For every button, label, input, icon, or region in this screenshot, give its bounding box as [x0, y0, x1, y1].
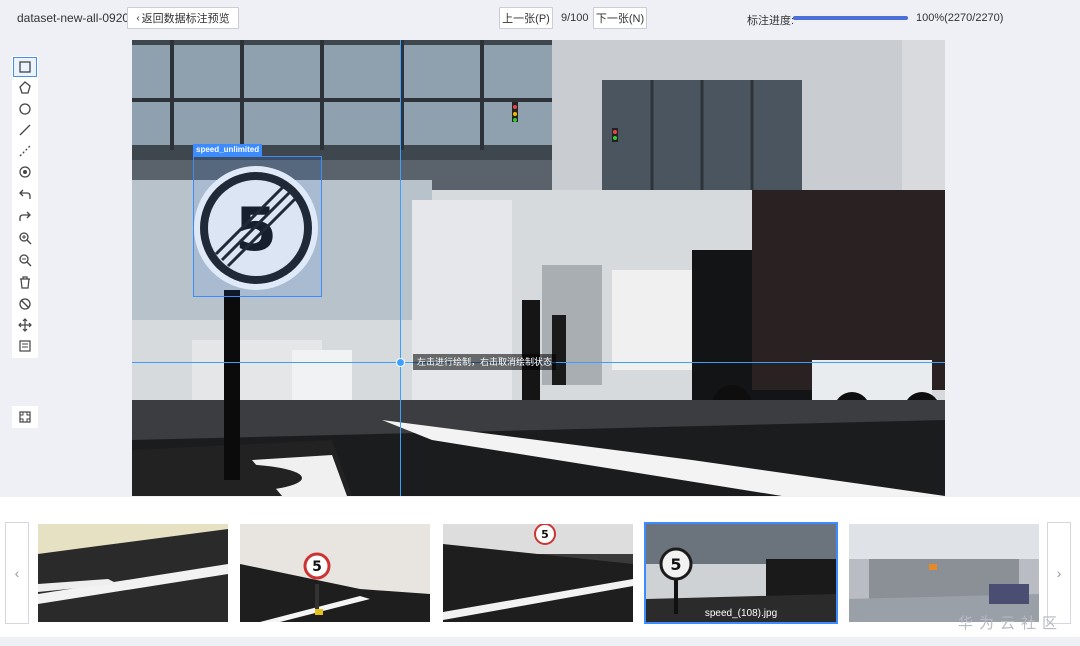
back-to-preview-button[interactable]: ‹ 返回数据标注预览 — [127, 7, 239, 29]
bbox-label-tag[interactable]: speed_unlimited — [193, 144, 263, 156]
strip-prev-button[interactable]: ‹ — [5, 522, 29, 624]
redo-icon[interactable] — [13, 206, 37, 226]
cursor-point — [396, 358, 405, 367]
point-icon[interactable] — [13, 162, 37, 182]
rectangle-icon[interactable] — [13, 57, 37, 77]
line-icon[interactable] — [13, 120, 37, 140]
move-icon[interactable] — [13, 315, 37, 335]
thumbnail-filename: speed_(108).jpg — [704, 608, 778, 619]
label-list-icon[interactable] — [13, 336, 37, 356]
thumbnail-3[interactable]: 5 — [443, 524, 633, 622]
circle-icon[interactable] — [13, 99, 37, 119]
chevron-left-icon: ‹ — [14, 565, 20, 581]
page-indicator: 9/100 — [561, 12, 589, 24]
thumbnail-1[interactable] — [38, 524, 228, 622]
progress-bar — [793, 16, 908, 20]
drawing-hint: 左击进行绘制，右击取消绘制状态 — [413, 354, 557, 370]
next-image-button[interactable]: 下一张(N) — [593, 7, 647, 29]
progress-label: 标注进度: — [747, 15, 795, 27]
back-label: 返回数据标注预览 — [141, 13, 230, 25]
thumbnail-4-selected[interactable]: 5 speed_(108).jpg — [644, 522, 838, 624]
prev-image-button[interactable]: 上一张(P) — [499, 7, 553, 29]
bounding-box[interactable] — [193, 156, 322, 297]
chevron-right-icon: › — [1056, 565, 1062, 581]
thumbnail-2[interactable]: 5 — [240, 524, 430, 622]
crosshair-vertical — [400, 40, 401, 496]
polygon-icon[interactable] — [13, 78, 37, 98]
progress-text: 100%(2270/2270) — [916, 12, 1004, 24]
svg-text:5: 5 — [670, 555, 681, 574]
svg-text:5: 5 — [312, 559, 322, 575]
chevron-left-icon: ‹ — [136, 12, 140, 24]
undo-icon[interactable] — [13, 184, 37, 204]
zoom-out-icon[interactable] — [13, 250, 37, 270]
strip-next-button[interactable]: › — [1047, 522, 1071, 624]
dataset-name: dataset-new-all-0920 — [17, 11, 130, 25]
image-canvas[interactable]: 5 speed_unlimited 左击进行绘制，右击取消绘制状态 — [132, 40, 945, 496]
hide-icon[interactable] — [13, 294, 37, 314]
fit-screen-icon[interactable] — [12, 406, 38, 428]
delete-icon[interactable] — [13, 272, 37, 292]
thumbnail-5[interactable] — [849, 524, 1039, 622]
dashed-line-icon[interactable] — [13, 141, 37, 161]
annotation-toolbar — [12, 56, 38, 358]
progress-fill — [793, 16, 908, 20]
zoom-in-icon[interactable] — [13, 228, 37, 248]
top-bar: dataset-new-all-0920 ‹ 返回数据标注预览 上一张(P) 9… — [0, 0, 1080, 36]
svg-text:5: 5 — [541, 528, 549, 541]
watermark: 华为云社区 — [958, 615, 1064, 632]
